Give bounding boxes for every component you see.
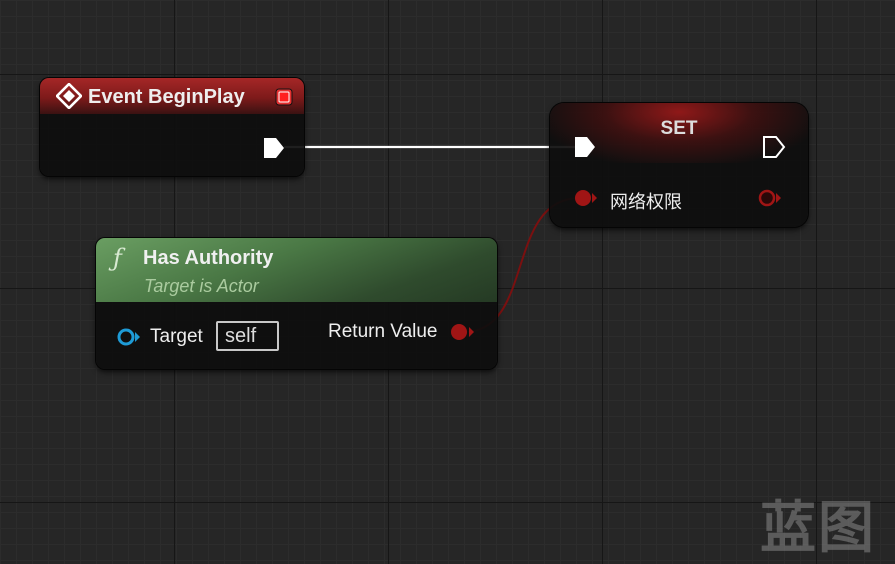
function-icon: ƒ <box>113 244 122 272</box>
event-beginplay-node[interactable]: Event BeginPlay <box>40 78 304 176</box>
set-variable-label: 网络权限 <box>610 192 682 212</box>
event-node-title: Event BeginPlay <box>88 86 245 108</box>
has-authority-node[interactable]: ƒ Has Authority Target is Actor Target s… <box>96 238 497 369</box>
exec-out-pin-icon[interactable] <box>762 136 786 158</box>
exec-out-pin-icon[interactable] <box>262 137 286 159</box>
target-self-field[interactable]: self <box>216 321 279 351</box>
blueprint-watermark: 蓝图 <box>760 496 876 561</box>
function-node-title: Has Authority <box>143 247 274 269</box>
event-delegate-pin-icon[interactable] <box>274 87 294 107</box>
bool-out-pin-icon[interactable] <box>756 188 784 208</box>
object-target-pin-icon[interactable] <box>116 327 144 347</box>
exec-in-pin-icon[interactable] <box>573 136 597 158</box>
function-node-subtitle: Target is Actor <box>144 276 259 296</box>
function-node-header[interactable]: ƒ Has Authority Target is Actor <box>96 238 497 302</box>
event-node-header[interactable]: Event BeginPlay <box>40 78 304 114</box>
set-node[interactable]: SET 网络权限 <box>550 103 808 227</box>
return-value-label: Return Value <box>328 321 438 342</box>
bool-return-pin-icon[interactable] <box>448 322 478 342</box>
bool-in-pin-icon[interactable] <box>572 188 600 208</box>
target-label: Target <box>150 326 203 347</box>
event-diamond-icon <box>56 83 82 109</box>
